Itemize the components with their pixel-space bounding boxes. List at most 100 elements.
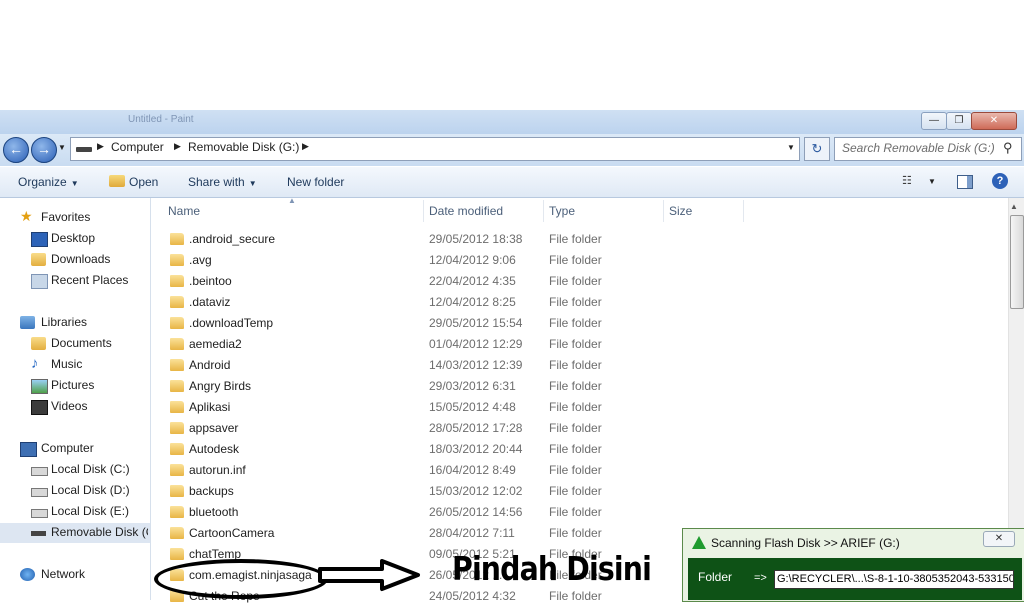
nav-network[interactable]: Network <box>0 565 150 585</box>
nav-local-disk-d-label: Local Disk (D:) <box>51 483 130 497</box>
column-divider[interactable] <box>423 200 424 222</box>
file-row[interactable]: .avg 12/04/2012 9:06 File folder <box>151 250 1007 271</box>
breadcrumb-computer[interactable]: Computer <box>111 140 164 154</box>
open-button[interactable]: Open <box>129 175 158 189</box>
breadcrumb-removable-disk[interactable]: Removable Disk (G:) <box>188 140 299 154</box>
file-type: File folder <box>549 526 602 540</box>
help-icon[interactable]: ? <box>992 173 1008 189</box>
nav-libraries[interactable]: Libraries <box>0 313 150 333</box>
scanning-folder-path: G:\RECYCLER\...\S-8-1-10-3805352043-5331… <box>774 570 1014 589</box>
column-divider[interactable] <box>743 200 744 222</box>
downloads-folder-icon <box>31 253 46 266</box>
annotation-arrow-icon <box>318 559 420 591</box>
nav-pictures[interactable]: Pictures <box>0 376 150 396</box>
views-dropdown-icon[interactable]: ▼ <box>928 177 936 186</box>
close-window-button[interactable]: ✕ <box>971 112 1017 130</box>
forward-arrow-icon[interactable]: → <box>31 137 57 163</box>
preview-pane-icon[interactable] <box>957 175 973 189</box>
file-name: Angry Birds <box>189 379 252 393</box>
file-row[interactable]: .downloadTemp 29/05/2012 15:54 File folder <box>151 313 1007 334</box>
scroll-up-arrow-icon[interactable]: ▲ <box>1010 202 1018 211</box>
nav-desktop[interactable]: Desktop <box>0 229 150 249</box>
file-name: appsaver <box>189 421 239 435</box>
share-with-button[interactable]: Share with ▼ <box>188 175 257 189</box>
folder-icon <box>170 506 184 518</box>
window-title: Untitled - Paint <box>128 114 194 125</box>
column-divider[interactable] <box>663 200 664 222</box>
address-dropdown-icon[interactable]: ▼ <box>787 143 795 152</box>
change-view-icon[interactable]: ☷ <box>902 175 916 187</box>
back-arrow-icon[interactable]: ← <box>3 137 29 163</box>
file-row[interactable]: Autodesk 18/03/2012 20:44 File folder <box>151 439 1007 460</box>
nav-local-disk-c-label: Local Disk (C:) <box>51 462 130 476</box>
file-row[interactable]: .android_secure 29/05/2012 18:38 File fold… <box>151 229 1007 250</box>
file-type: File folder <box>549 400 602 414</box>
nav-local-disk-e[interactable]: Local Disk (E:) <box>0 502 150 522</box>
file-row[interactable]: bluetooth 26/05/2012 14:56 File folder <box>151 502 1007 523</box>
file-date: 29/05/2012 18:38 <box>429 232 523 246</box>
recent-pages-dropdown-icon[interactable]: ▼ <box>58 143 66 152</box>
scanning-popup-title: Scanning Flash Disk >> ARIEF (G:) <box>711 536 900 550</box>
antivirus-logo-icon <box>692 536 706 549</box>
file-name: autorun.inf <box>189 463 246 477</box>
file-row[interactable]: .beintoo 22/04/2012 4:35 File folder <box>151 271 1007 292</box>
hard-drive-icon <box>31 488 48 497</box>
column-header-size[interactable]: Size <box>669 204 692 218</box>
file-row[interactable]: appsaver 28/05/2012 17:28 File folder <box>151 418 1007 439</box>
file-type: File folder <box>549 232 602 246</box>
nav-music[interactable]: ♪ Music <box>0 355 150 375</box>
nav-documents[interactable]: Documents <box>0 334 150 354</box>
nav-videos[interactable]: Videos <box>0 397 150 417</box>
nav-downloads-label: Downloads <box>51 252 111 266</box>
column-header-name[interactable]: Name <box>168 204 200 218</box>
file-date: 29/05/2012 15:54 <box>429 316 523 330</box>
search-icon[interactable]: ⚲ <box>1003 140 1013 156</box>
file-row[interactable]: Angry Birds 29/03/2012 6:31 File folder <box>151 376 1007 397</box>
folder-icon <box>170 380 184 392</box>
file-row[interactable]: Aplikasi 15/05/2012 4:48 File folder <box>151 397 1007 418</box>
breadcrumb-chevron-icon[interactable]: ▶ <box>302 141 309 152</box>
breadcrumb-chevron-icon[interactable]: ▶ <box>97 141 104 152</box>
column-header-type[interactable]: Type <box>549 204 575 218</box>
folder-arrow-label: => <box>754 572 767 584</box>
file-name: bluetooth <box>189 505 239 519</box>
file-type: File folder <box>549 253 602 267</box>
scrollbar-thumb[interactable] <box>1010 215 1024 309</box>
file-date: 12/04/2012 9:06 <box>429 253 516 267</box>
file-date: 22/04/2012 4:35 <box>429 274 516 288</box>
nav-documents-label: Documents <box>51 336 112 350</box>
file-row[interactable]: autorun.inf 16/04/2012 8:49 File folder <box>151 460 1007 481</box>
file-row[interactable]: Android 14/03/2012 12:39 File folder <box>151 355 1007 376</box>
nav-local-disk-d[interactable]: Local Disk (D:) <box>0 481 150 501</box>
videos-icon <box>31 400 48 415</box>
folder-icon <box>170 317 184 329</box>
file-name: .beintoo <box>189 274 232 288</box>
organize-button[interactable]: Organize ▼ <box>18 175 79 189</box>
minimize-button[interactable]: — <box>921 112 947 130</box>
maximize-button[interactable]: ❐ <box>946 112 972 130</box>
nav-removable-disk-g[interactable]: Removable Disk (G <box>0 523 150 543</box>
refresh-icon[interactable]: ↻ <box>804 137 830 161</box>
nav-favorites[interactable]: ★ Favorites <box>0 208 150 228</box>
hard-drive-icon <box>31 509 48 518</box>
file-type: File folder <box>549 274 602 288</box>
column-header-date-modified[interactable]: Date modified <box>429 204 503 218</box>
new-folder-button[interactable]: New folder <box>287 175 344 189</box>
recent-places-icon <box>31 274 48 289</box>
column-divider[interactable] <box>543 200 544 222</box>
nav-network-label: Network <box>41 567 86 581</box>
nav-downloads[interactable]: Downloads <box>0 250 150 270</box>
nav-recent-places[interactable]: Recent Places <box>0 271 150 291</box>
file-row[interactable]: backups 15/03/2012 12:02 File folder <box>151 481 1007 502</box>
file-name: .android_secure <box>189 232 276 246</box>
file-row[interactable]: aemedia2 01/04/2012 12:29 File folder <box>151 334 1007 355</box>
breadcrumb-chevron-icon[interactable]: ▶ <box>174 141 181 152</box>
nav-videos-label: Videos <box>51 399 88 413</box>
nav-computer[interactable]: Computer <box>0 439 150 459</box>
popup-close-button[interactable]: ✕ <box>983 531 1015 547</box>
file-type: File folder <box>549 463 602 477</box>
folder-icon <box>170 464 184 476</box>
file-date: 12/04/2012 8:25 <box>429 295 516 309</box>
nav-local-disk-c[interactable]: Local Disk (C:) <box>0 460 150 480</box>
file-row[interactable]: .dataviz 12/04/2012 8:25 File folder <box>151 292 1007 313</box>
